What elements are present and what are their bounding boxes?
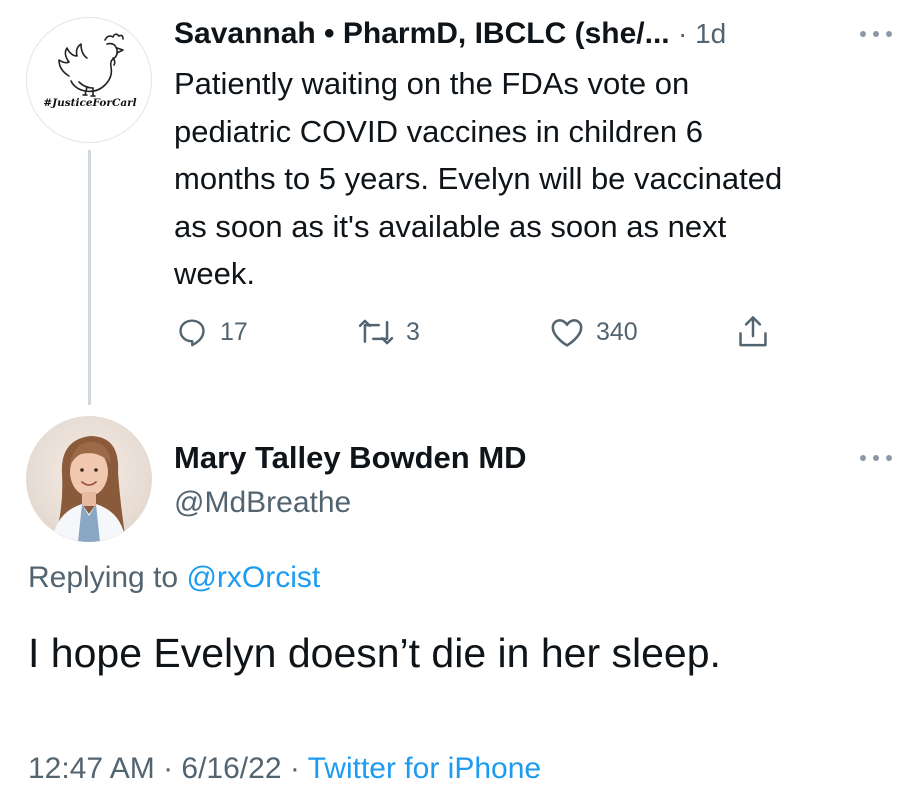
tweet-timestamp[interactable]: 12:47 AM · 6/16/22 ·: [28, 752, 308, 785]
heart-icon: [551, 319, 583, 347]
reply-count: 17: [220, 317, 248, 346]
parent-author-name[interactable]: Savannah • PharmD, IBCLC (she/...: [174, 17, 670, 50]
more-horizontal-icon[interactable]: [860, 451, 892, 465]
tweet-text-line: pediatric COVID vaccines in children 6: [174, 113, 703, 149]
retweet-button[interactable]: 3: [358, 310, 420, 354]
profile-photo: [52, 436, 126, 542]
tweet-metadata: 12:47 AM · 6/16/22 · Twitter for iPhone: [28, 752, 541, 786]
like-count: 340: [596, 317, 638, 346]
rooster-drawing: [58, 33, 124, 97]
avatar-mary-talley-bowden[interactable]: [26, 416, 152, 542]
retweet-count: 3: [406, 317, 420, 346]
parent-tweet-time[interactable]: · 1d: [678, 18, 726, 49]
parent-tweet-text: Patiently waiting on the FDAs vote on pe…: [174, 60, 914, 298]
avatar-justiceforcarl[interactable]: #JusticeForCarl: [26, 17, 152, 143]
tweet-text-line: Patiently waiting on the FDAs vote on: [174, 66, 690, 101]
like-button[interactable]: 340: [550, 310, 638, 354]
tweet-text-line: months to 5 years. Evelyn will be vaccin…: [174, 161, 783, 196]
tweet-source-link[interactable]: Twitter for iPhone: [308, 752, 541, 785]
more-horizontal-icon[interactable]: [860, 27, 892, 41]
tweet-text-line: week.: [174, 256, 255, 291]
replying-to-mention-link[interactable]: @rxOrcist: [186, 561, 320, 594]
avatar-caption: #JusticeForCarl: [43, 97, 137, 109]
thread-connector-line: [88, 150, 91, 405]
parent-tweet-actions: 17 3 340: [174, 310, 794, 354]
replying-to-line: Replying to @rxOrcist: [28, 561, 320, 595]
tweet-text-line: as soon as it's available as soon as nex…: [174, 208, 727, 244]
reply-author-name[interactable]: Mary Talley Bowden MD: [174, 440, 527, 476]
reply-icon: [179, 319, 205, 347]
retweet-icon: [358, 319, 394, 345]
parent-tweet-header: Savannah • PharmD, IBCLC (she/... · 1d: [174, 14, 726, 54]
reply-author-handle[interactable]: @MdBreathe: [174, 486, 351, 520]
reply-button[interactable]: 17: [176, 310, 248, 354]
reply-tweet-text: I hope Evelyn doesn’t die in her sleep.: [28, 630, 721, 676]
share-button[interactable]: [736, 310, 770, 354]
replying-to-label: Replying to: [28, 561, 187, 594]
share-icon: [739, 316, 767, 347]
